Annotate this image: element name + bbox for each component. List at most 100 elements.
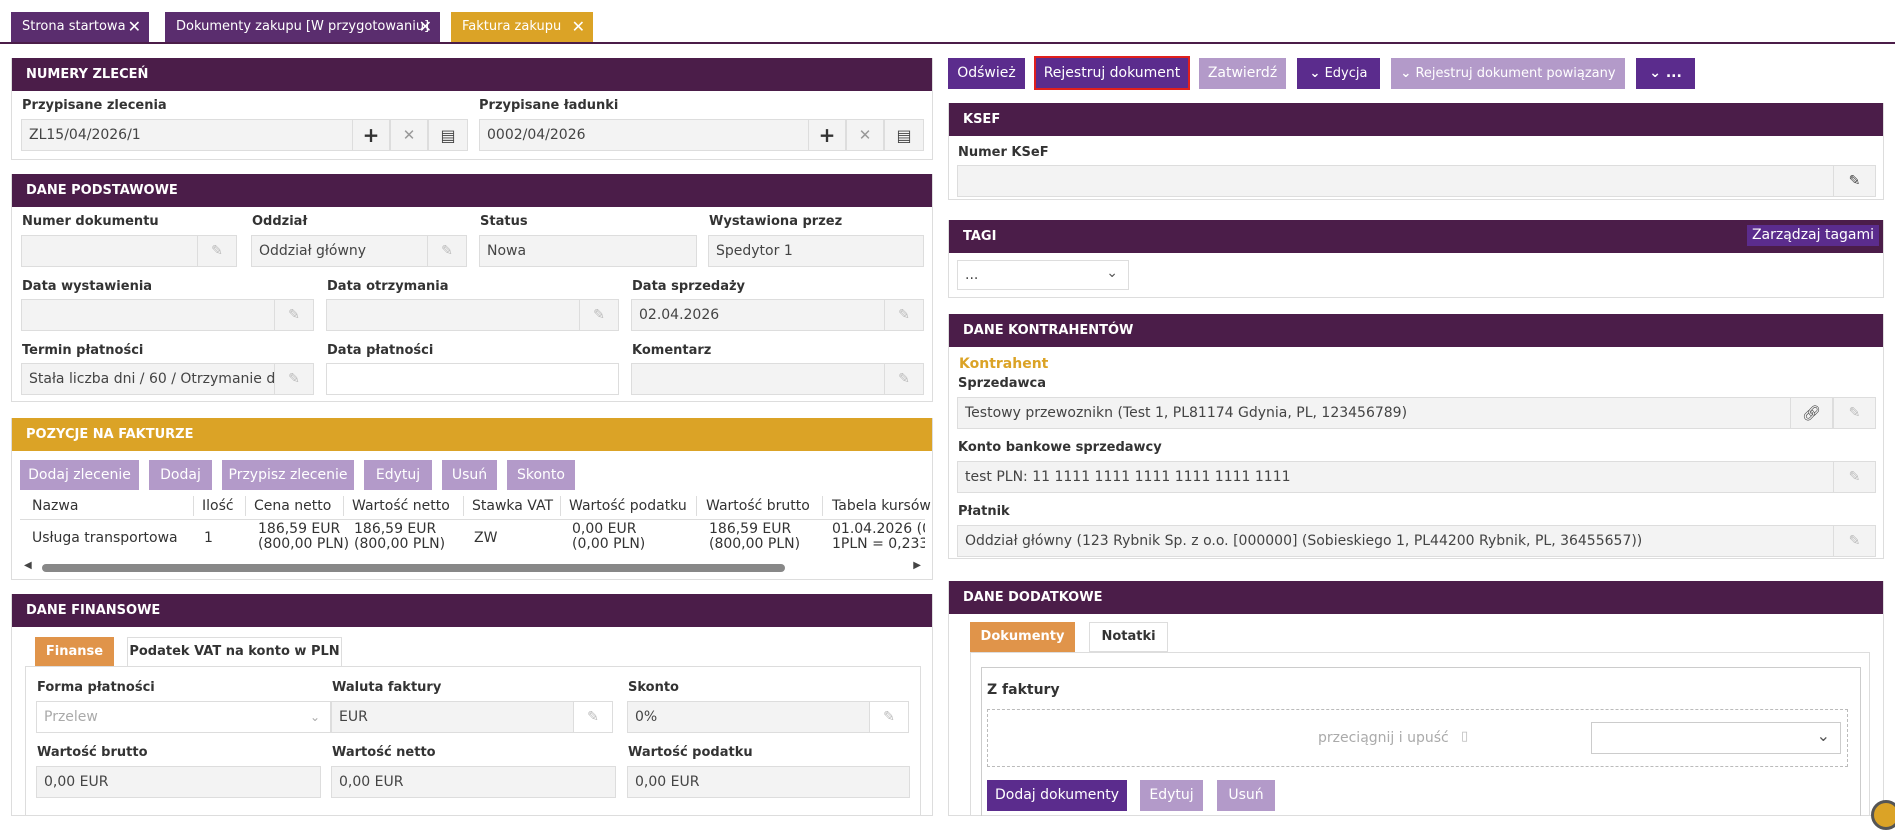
- close-icon[interactable]: ✕: [419, 12, 432, 42]
- tab-dokumenty[interactable]: Dokumenty: [970, 622, 1075, 652]
- przypisane-ladunki-field[interactable]: 0002/04/2026: [479, 119, 819, 151]
- tab-dokumenty-zakupu[interactable]: Dokumenty zakupu [W przygotowaniu] ✕: [165, 12, 440, 42]
- numer-ksef-field[interactable]: [957, 165, 1845, 197]
- edit-oddzial-button[interactable]: ✎: [427, 235, 467, 267]
- panel-title: KSEF: [949, 103, 1883, 136]
- zatwierdz-button[interactable]: Zatwierdź: [1199, 58, 1286, 89]
- edit-data-sprzedazy-button[interactable]: ✎: [884, 299, 924, 331]
- edit-ksef-button[interactable]: ✎: [1833, 165, 1876, 197]
- drop-zone[interactable]: przeciągnij i upuść ▯ ⌄: [987, 709, 1848, 767]
- przypisz-zlecenie-button[interactable]: Przypisz zlecenie: [222, 460, 354, 490]
- data-wystawienia-field[interactable]: [21, 299, 286, 331]
- scroll-right-icon[interactable]: ▶: [913, 560, 921, 571]
- edytuj-button[interactable]: Edytuj: [364, 460, 432, 490]
- document-type-select[interactable]: ⌄: [1591, 722, 1841, 754]
- column-header[interactable]: Nazwa: [32, 498, 78, 514]
- edit-komentarz-button[interactable]: ✎: [884, 363, 924, 395]
- add-ladunek-button[interactable]: +: [808, 119, 846, 151]
- edytuj-dokument-button[interactable]: Edytuj: [1140, 780, 1203, 811]
- data-platnosci-field[interactable]: [326, 363, 619, 395]
- tab-strona-startowa[interactable]: Strona startowa ✕: [11, 12, 149, 42]
- edit-skonto-button[interactable]: ✎: [869, 701, 909, 733]
- platnik-field[interactable]: Oddział główny (123 Rybnik Sp. z o.o. [0…: [957, 525, 1845, 557]
- chevron-down-icon: ⌄: [1400, 66, 1412, 81]
- clear-zlecenie-button[interactable]: ✕: [390, 119, 428, 151]
- sprzedawca-field[interactable]: Testowy przewoznikn (Test 1, PL81174 Gdy…: [957, 397, 1802, 429]
- termin-platnosci-field[interactable]: Stała liczba dni / 60 / Otrzymanie dok: [21, 363, 277, 395]
- edit-numer-button[interactable]: ✎: [197, 235, 237, 267]
- waluta-faktury-field[interactable]: EUR: [331, 701, 581, 733]
- close-icon[interactable]: ✕: [128, 12, 141, 42]
- add-zlecenie-button[interactable]: +: [352, 119, 390, 151]
- przypisane-zlecenia-field[interactable]: ZL15/04/2026/1: [21, 119, 364, 151]
- scrollbar-thumb[interactable]: [42, 564, 785, 572]
- close-icon[interactable]: ✕: [572, 12, 585, 42]
- wartosc-netto-field[interactable]: 0,00 EUR: [331, 766, 616, 798]
- scroll-left-icon[interactable]: ◀: [24, 560, 32, 571]
- zarzadzaj-tagami-button[interactable]: Zarządzaj tagami: [1747, 225, 1879, 246]
- odswiez-button[interactable]: Odśwież: [948, 58, 1025, 89]
- tagi-select[interactable]: ... ⌄: [957, 260, 1129, 290]
- wartosc-brutto-field[interactable]: 0,00 EUR: [36, 766, 321, 798]
- tab-finanse[interactable]: Finanse: [35, 637, 114, 667]
- panel-tagi: TAGI Zarządzaj tagami ... ⌄: [948, 220, 1884, 298]
- usun-button[interactable]: Usuń: [442, 460, 497, 490]
- forma-platnosci-select[interactable]: Przelew ⌄: [36, 701, 331, 733]
- status-field[interactable]: Nowa: [479, 235, 697, 267]
- cell-wartosc-brutto-pln: (800,00 PLN): [709, 536, 801, 552]
- edit-icon: ✎: [1848, 533, 1861, 549]
- dodaj-dokumenty-button[interactable]: Dodaj dokumenty: [987, 780, 1127, 811]
- data-otrzymania-field[interactable]: [326, 299, 591, 331]
- wystawiona-przez-field[interactable]: Spedytor 1: [708, 235, 924, 267]
- data-sprzedazy-field[interactable]: 02.04.2026: [631, 299, 896, 331]
- oddzial-field[interactable]: Oddział główny: [251, 235, 439, 267]
- label-waluta-faktury: Waluta faktury: [332, 680, 442, 695]
- details-zlecenie-button[interactable]: ▤: [428, 119, 468, 151]
- column-header[interactable]: Wartość brutto: [706, 498, 810, 514]
- tab-notatki[interactable]: Notatki: [1089, 622, 1168, 652]
- panel-numery-zlecen: NUMERY ZLECEŃ Przypisane zlecenia ZL15/0…: [11, 58, 933, 160]
- label-sprzedawca: Sprzedawca: [958, 376, 1047, 391]
- table-row[interactable]: Usługa transportowa 1 186,59 EUR (800,00…: [20, 520, 925, 558]
- skonto-field[interactable]: 0%: [627, 701, 877, 733]
- usun-dokument-button[interactable]: Usuń: [1217, 780, 1275, 811]
- tagi-select-value: ...: [965, 267, 979, 283]
- chevron-down-icon: ⌄: [1649, 65, 1661, 81]
- panel-ksef: KSEF Numer KSeF ✎: [948, 103, 1884, 200]
- edycja-button[interactable]: ⌄ Edycja: [1297, 58, 1380, 89]
- tab-podatek-vat[interactable]: Podatek VAT na konto w PLN: [127, 637, 342, 667]
- wartosc-podatku-field[interactable]: 0,00 EUR: [627, 766, 910, 798]
- more-actions-button[interactable]: ⌄ ...: [1636, 58, 1695, 89]
- clear-ladunek-button[interactable]: ✕: [846, 119, 884, 151]
- rejestruj-dokument-button[interactable]: Rejestruj dokument: [1034, 56, 1190, 90]
- komentarz-field[interactable]: [631, 363, 896, 395]
- edit-sprzedawca-button[interactable]: ✎: [1833, 397, 1876, 429]
- column-header[interactable]: Stawka VAT: [472, 498, 553, 514]
- column-header[interactable]: Tabela kursów: [832, 498, 931, 514]
- skonto-button[interactable]: Skonto: [507, 460, 575, 490]
- konto-bankowe-field[interactable]: test PLN: 11 1111 1111 1111 1111 1111 11…: [957, 461, 1845, 493]
- dodaj-zlecenie-button[interactable]: Dodaj zlecenie: [20, 460, 139, 490]
- column-header[interactable]: Ilość: [202, 498, 234, 514]
- edit-data-wystawienia-button[interactable]: ✎: [274, 299, 314, 331]
- edit-waluta-button[interactable]: ✎: [573, 701, 613, 733]
- help-widget-icon[interactable]: [1871, 800, 1895, 830]
- edit-platnik-button[interactable]: ✎: [1833, 525, 1876, 557]
- column-header[interactable]: Cena netto: [254, 498, 331, 514]
- dodaj-button[interactable]: Dodaj: [149, 460, 212, 490]
- column-header[interactable]: Wartość podatku: [569, 498, 687, 514]
- panel-dane-podstawowe: DANE PODSTAWOWE Numer dokumentu ✎ Oddzia…: [11, 174, 933, 402]
- edit-konto-button[interactable]: ✎: [1833, 461, 1876, 493]
- numer-dokumentu-field[interactable]: [21, 235, 209, 267]
- link-sprzedawca-button[interactable]: 🔗︎: [1790, 397, 1833, 429]
- horizontal-scrollbar[interactable]: ◀ ▶: [20, 560, 925, 574]
- cell-wartosc-podatku: 0,00 EUR: [572, 521, 637, 537]
- edit-termin-button[interactable]: ✎: [274, 363, 314, 395]
- rejestruj-powiazany-button[interactable]: ⌄ Rejestruj dokument powiązany: [1391, 58, 1625, 89]
- edit-data-otrzymania-button[interactable]: ✎: [579, 299, 619, 331]
- tab-faktura-zakupu[interactable]: Faktura zakupu ✕: [451, 12, 593, 42]
- kontrahent-heading: Kontrahent: [959, 356, 1049, 372]
- cell-wartosc-netto: 186,59 EUR: [354, 521, 437, 537]
- details-ladunek-button[interactable]: ▤: [884, 119, 924, 151]
- column-header[interactable]: Wartość netto: [352, 498, 450, 514]
